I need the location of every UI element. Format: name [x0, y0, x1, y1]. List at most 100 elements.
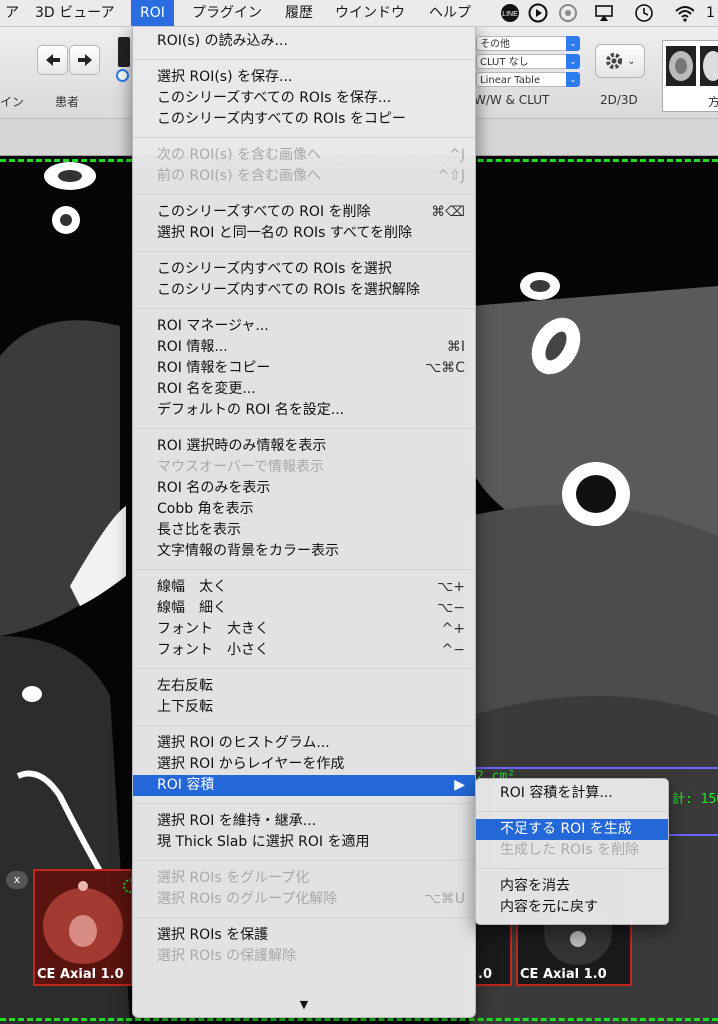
- menu-item-shortcut: ⌥⌘U: [424, 891, 465, 907]
- menu-item-label: 長さ比を表示: [157, 522, 241, 538]
- play-circle-icon[interactable]: [528, 3, 548, 23]
- menu-item[interactable]: フォント 小さく ^−: [133, 640, 475, 661]
- menu-item-label: 選択 ROI(s) を保存...: [157, 69, 293, 85]
- forward-button[interactable]: [69, 45, 100, 75]
- menu-item[interactable]: 長さ比を表示: [133, 520, 475, 541]
- menu-item-shortcut: ^⇧J: [437, 168, 465, 184]
- sync-icon[interactable]: [558, 3, 578, 23]
- menu-item[interactable]: ROI 選択時のみ情報を表示: [133, 436, 475, 457]
- menu-item[interactable]: ROI(s) の読み込み...: [133, 31, 475, 52]
- submenu-item: 生成した ROIs を削除: [476, 840, 668, 861]
- menu-item-label: ROI 名を変更...: [157, 381, 256, 397]
- submenu-item[interactable]: 内容を元に戻す: [476, 897, 668, 918]
- menubar-item-3d-viewer[interactable]: 3D ビューア: [26, 0, 124, 26]
- series-thumbnail-1[interactable]: CE Axial 1.0: [33, 869, 137, 986]
- radio-indicator[interactable]: [116, 69, 129, 82]
- viewer-frame-bottom: [0, 1018, 718, 1021]
- airplay-icon[interactable]: [594, 3, 614, 23]
- menu-item[interactable]: 選択 ROIs を保護: [133, 925, 475, 946]
- submenu-item-label: ROI 容積を計算...: [500, 785, 613, 801]
- submenu-arrow-icon: ▶: [454, 777, 465, 793]
- menu-item[interactable]: 選択 ROI を維持・継承...: [133, 811, 475, 832]
- close-series-button[interactable]: x: [6, 871, 28, 889]
- menu-item-label: 前の ROI(s) を含む画像へ: [157, 168, 321, 184]
- menu-scroll-down-icon[interactable]: ▼: [133, 998, 475, 1011]
- line-icon-text: LINE: [502, 11, 518, 18]
- menu-item[interactable]: 文字情報の背景をカラー表示: [133, 541, 475, 562]
- menu-item[interactable]: ROI 名のみを表示: [133, 478, 475, 499]
- menu-item-shortcut: ⌘I: [446, 339, 465, 355]
- menu-item-label: 選択 ROIs をグループ化: [157, 870, 310, 886]
- menubar-item-history[interactable]: 履歴: [276, 0, 322, 26]
- series-thumbnail-caption: .0: [478, 967, 492, 982]
- clut-select[interactable]: CLUT なし ⌄: [476, 54, 580, 69]
- menu-item[interactable]: 選択 ROI のヒストグラム...: [133, 733, 475, 754]
- menu-separator: [133, 194, 475, 195]
- menu-item-shortcut: ⌘⌫: [431, 204, 465, 220]
- menu-item-shortcut: ^J: [449, 147, 465, 163]
- menu-item[interactable]: このシリーズ内すべての ROIs を選択: [133, 259, 475, 280]
- submenu-separator: [476, 868, 668, 869]
- chevron-down-icon: ⌄: [566, 54, 580, 69]
- menu-item-label: Cobb 角を表示: [157, 501, 254, 517]
- line-app-icon[interactable]: LINE: [500, 3, 520, 23]
- menu-item[interactable]: 選択 ROI(s) を保存...: [133, 67, 475, 88]
- menubar-item-help[interactable]: ヘルプ: [420, 0, 480, 26]
- menu-separator: [133, 668, 475, 669]
- menu-item-shortcut: ⌥+: [437, 579, 465, 595]
- menu-item[interactable]: 選択 ROI と同一名の ROIs すべてを削除: [133, 223, 475, 244]
- menu-item-label: ROI(s) の読み込み...: [157, 33, 288, 49]
- time-machine-icon[interactable]: [634, 3, 654, 23]
- menu-item[interactable]: フォント 大きく ^+: [133, 619, 475, 640]
- clut-value: CLUT なし: [480, 57, 529, 68]
- series-thumbnail-caption: CE Axial 1.0: [520, 967, 607, 982]
- settings-button[interactable]: ⌄: [595, 44, 645, 78]
- menu-item[interactable]: 線幅 太く ⌥+: [133, 577, 475, 598]
- menu-separator: [133, 803, 475, 804]
- tool-partial-icon[interactable]: [118, 37, 130, 67]
- submenu-item-label: 内容を消去: [500, 878, 570, 894]
- menubar-item-plugins[interactable]: プラグイン: [183, 0, 271, 26]
- menu-item-label: このシリーズ内すべての ROIs をコピー: [157, 111, 406, 127]
- series-thumbnail-image: [43, 879, 137, 964]
- menu-item-label: このシリーズすべての ROIs を保存...: [157, 90, 392, 106]
- wl-preset-select[interactable]: その他 ⌄: [476, 36, 580, 51]
- menu-item-label: 選択 ROI を維持・継承...: [157, 813, 317, 829]
- menu-item[interactable]: ROI 名を変更...: [133, 379, 475, 400]
- menu-item[interactable]: 現 Thick Slab に選択 ROI を適用: [133, 832, 475, 853]
- menu-item[interactable]: このシリーズすべての ROI を削除 ⌘⌫: [133, 202, 475, 223]
- submenu-item[interactable]: ROI 容積を計算...: [476, 783, 668, 804]
- menu-item-shortcut: ⌥−: [437, 600, 465, 616]
- menu-item[interactable]: デフォルトの ROI 名を設定...: [133, 400, 475, 421]
- menu-item[interactable]: Cobb 角を表示: [133, 499, 475, 520]
- menu-item[interactable]: このシリーズすべての ROIs を保存...: [133, 88, 475, 109]
- menu-item[interactable]: ROI 情報... ⌘I: [133, 337, 475, 358]
- menu-item[interactable]: 線幅 細く ⌥−: [133, 598, 475, 619]
- toolbar-label-ww-clut: W/W & CLUT: [474, 93, 550, 107]
- menubar-item-partial[interactable]: ア: [0, 0, 28, 26]
- submenu-item[interactable]: 不足する ROI を生成: [476, 819, 668, 840]
- opacity-table-value: Linear Table: [480, 75, 541, 86]
- chevron-down-icon: ⌄: [566, 72, 580, 87]
- menubar-item-roi[interactable]: ROI: [131, 0, 174, 26]
- menu-item[interactable]: ROI マネージャ...: [133, 316, 475, 337]
- menu-item-shortcut: ⌥⌘C: [425, 360, 465, 376]
- arrow-right-icon: [77, 54, 92, 66]
- menubar-item-window[interactable]: ウインドウ: [326, 0, 414, 26]
- menu-item[interactable]: ROI 容積 ▶: [133, 775, 475, 796]
- toolbar-label-partial-right: 方: [708, 95, 718, 109]
- menu-item-label: 選択 ROI と同一名の ROIs すべてを削除: [157, 225, 413, 241]
- menu-item[interactable]: 上下反転: [133, 697, 475, 718]
- wifi-icon[interactable]: [674, 3, 694, 23]
- menu-item[interactable]: ROI 情報をコピー ⌥⌘C: [133, 358, 475, 379]
- opacity-table-select[interactable]: Linear Table ⌄: [476, 72, 580, 87]
- submenu-item-label: 内容を元に戻す: [500, 899, 598, 915]
- menu-item[interactable]: 左右反転: [133, 676, 475, 697]
- menu-item-label: 左右反転: [157, 678, 213, 694]
- menu-item[interactable]: 選択 ROI からレイヤーを作成: [133, 754, 475, 775]
- back-button[interactable]: [37, 45, 68, 75]
- menu-item[interactable]: このシリーズ内すべての ROIs を選択解除: [133, 280, 475, 301]
- submenu-item[interactable]: 内容を消去: [476, 876, 668, 897]
- menu-item[interactable]: このシリーズ内すべての ROIs をコピー: [133, 109, 475, 130]
- chevron-down-icon: ⌄: [566, 36, 580, 51]
